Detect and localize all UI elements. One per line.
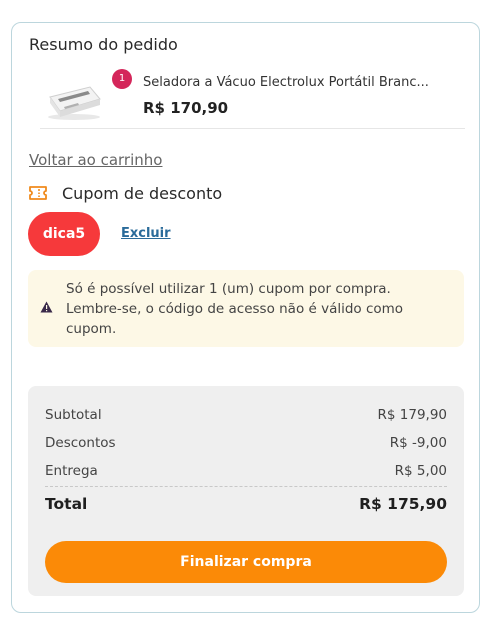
back-to-cart-link[interactable]: Voltar ao carrinho	[29, 151, 162, 169]
warning-icon	[40, 301, 53, 313]
quantity-badge: 1	[112, 69, 132, 89]
coupon-notice: Só é possível utilizar 1 (um) cupom por …	[28, 270, 464, 347]
subtotal-label: Subtotal	[45, 407, 102, 423]
cart-item: 1 Seladora a Vácuo Electrolux Portátil B…	[40, 69, 465, 129]
ticket-icon	[29, 186, 47, 200]
order-summary-title: Resumo do pedido	[29, 35, 178, 54]
totals-panel: Subtotal R$ 179,90 Descontos R$ -9,00 En…	[28, 386, 464, 596]
divider	[40, 128, 465, 129]
applied-coupon-chip: dica5	[28, 212, 100, 256]
notice-text: Só é possível utilizar 1 (um) cupom por …	[66, 281, 404, 337]
delivery-label: Entrega	[45, 463, 98, 479]
totals-divider	[45, 486, 447, 487]
product-thumbnail	[48, 86, 101, 120]
total-label: Total	[45, 495, 88, 513]
discounts-value: R$ -9,00	[389, 435, 447, 451]
remove-coupon-link[interactable]: Excluir	[121, 226, 171, 241]
order-summary-card: Resumo do pedido 1 Seladora a Vácuo Elec…	[11, 22, 480, 613]
coupon-heading: Cupom de desconto	[62, 184, 223, 203]
discounts-label: Descontos	[45, 435, 116, 451]
checkout-button[interactable]: Finalizar compra	[45, 541, 447, 583]
product-name[interactable]: Seladora a Vácuo Electrolux Portátil Bra…	[143, 75, 463, 90]
delivery-value: R$ 5,00	[394, 463, 447, 479]
product-price: R$ 170,90	[143, 99, 229, 117]
subtotal-value: R$ 179,90	[377, 407, 448, 423]
total-value: R$ 175,90	[359, 495, 447, 513]
